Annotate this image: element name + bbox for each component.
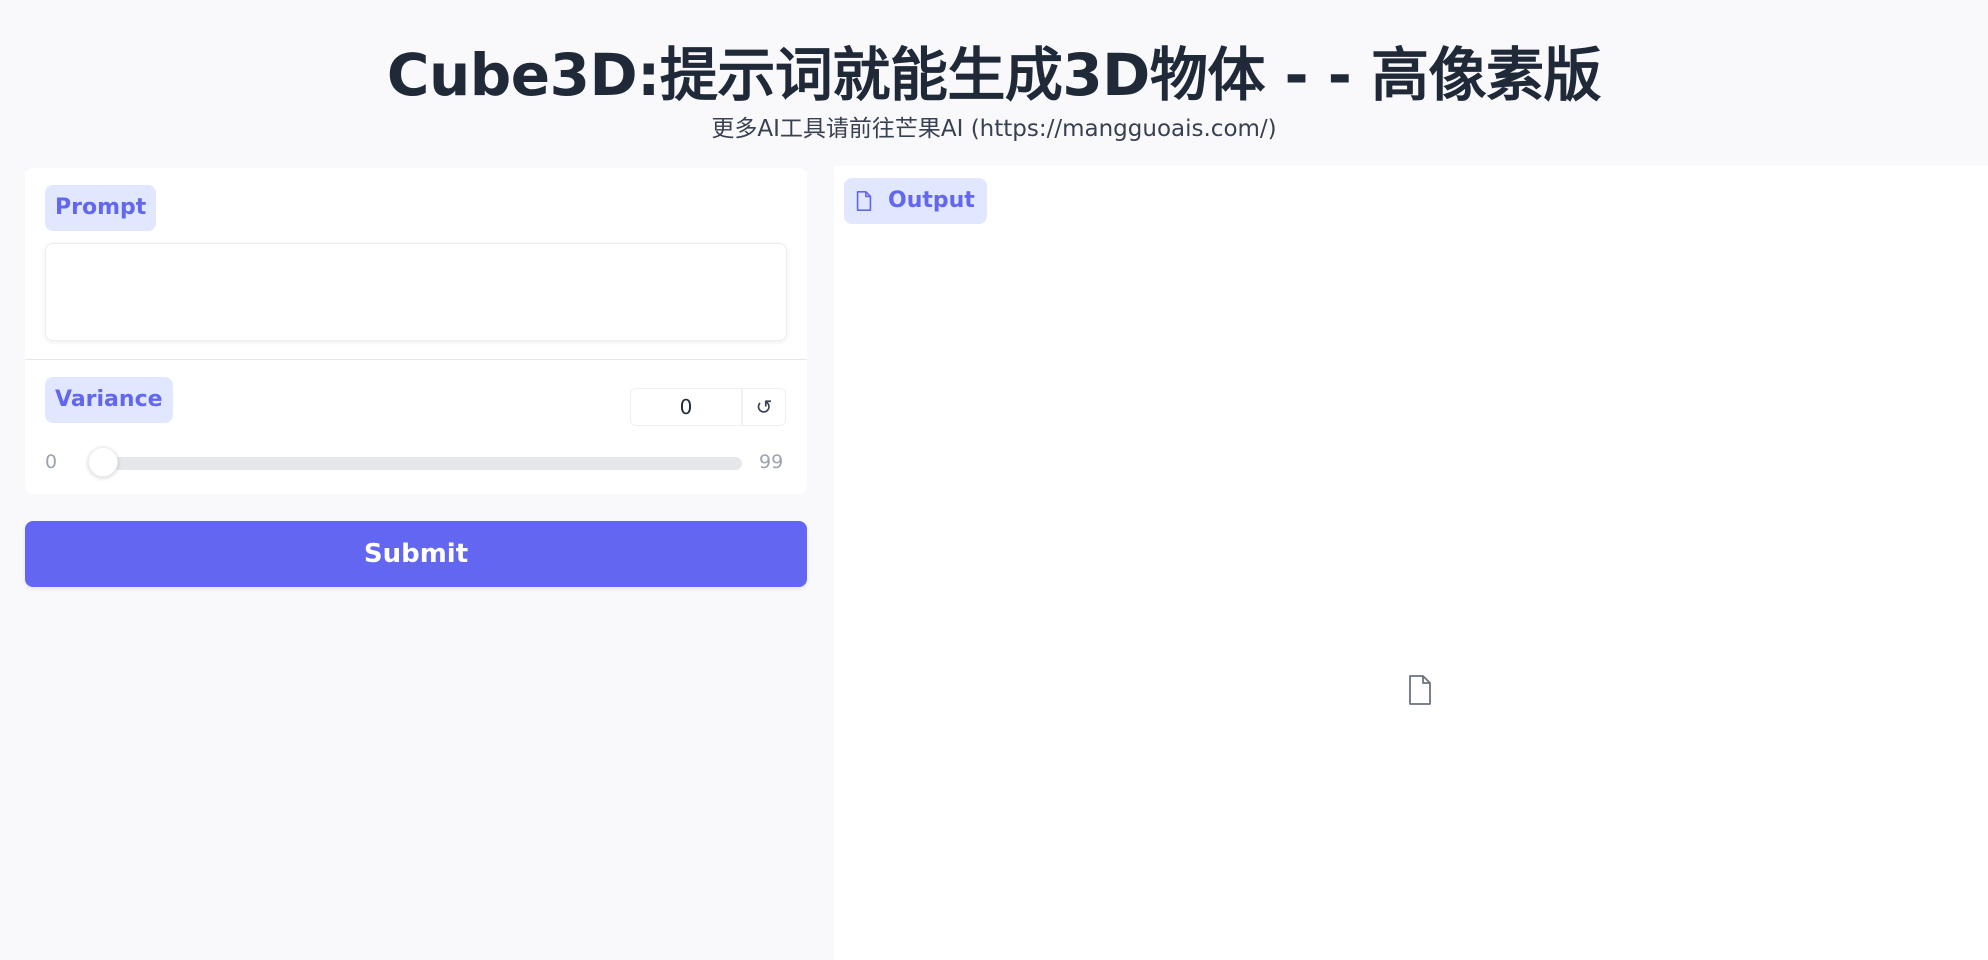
variance-slider-thumb[interactable]: [88, 447, 118, 477]
slider-min-label: 0: [45, 451, 58, 473]
variance-slider-track[interactable]: [88, 457, 742, 470]
variance-number-input[interactable]: [630, 388, 742, 426]
variance-reset-button[interactable]: ↺: [742, 388, 786, 426]
file-icon: [1409, 675, 1431, 705]
submit-button[interactable]: Submit: [25, 521, 807, 587]
prompt-input[interactable]: [45, 243, 787, 341]
input-panel: Prompt Variance ↺ 0 99: [25, 168, 807, 494]
page-header: Cube3D:提示词就能生成3D物体 - - 高像素版 更多AI工具请前往芒果A…: [0, 0, 1988, 160]
reset-icon: ↺: [755, 395, 773, 419]
output-panel: Output: [834, 166, 1988, 960]
page-subtitle: 更多AI工具请前往芒果AI (https://mangguoais.com/): [711, 116, 1277, 142]
variance-label: Variance: [45, 377, 173, 423]
output-label-badge: Output: [844, 178, 987, 224]
prompt-label: Prompt: [45, 185, 157, 231]
file-icon: [856, 191, 872, 211]
slider-max-label: 99: [759, 451, 784, 473]
panel-divider: [25, 359, 807, 360]
output-label: Output: [888, 188, 975, 213]
page-title: Cube3D:提示词就能生成3D物体 - - 高像素版: [386, 41, 1602, 109]
